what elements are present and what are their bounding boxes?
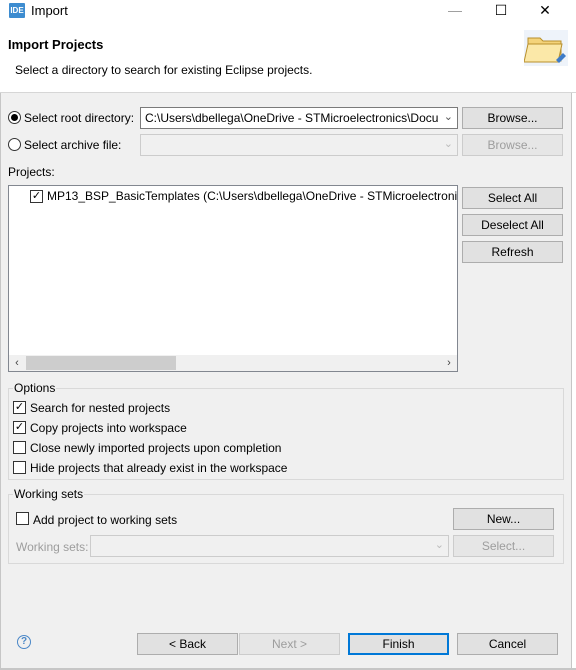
next-button[interactable]: Next > bbox=[239, 633, 340, 655]
maximize-button[interactable]: ☐ bbox=[478, 0, 524, 22]
working-sets-title: Working sets bbox=[13, 487, 85, 501]
wizard-header bbox=[0, 22, 576, 92]
minimize-button[interactable]: — bbox=[432, 0, 478, 22]
hide-existing-label: Hide projects that already exist in the … bbox=[30, 461, 288, 475]
nested-projects-checkbox[interactable]: ✓ bbox=[13, 401, 26, 414]
add-to-working-sets-label: Add project to working sets bbox=[33, 513, 178, 527]
back-button[interactable]: < Back bbox=[137, 633, 238, 655]
working-sets-combo[interactable]: ⌄ bbox=[90, 535, 449, 557]
chevron-down-icon: ⌄ bbox=[434, 539, 444, 551]
scroll-left-icon[interactable]: ‹ bbox=[9, 355, 25, 371]
project-item-label[interactable]: MP13_BSP_BasicTemplates (C:\Users\dbelle… bbox=[47, 189, 457, 203]
select-working-sets-button[interactable]: Select... bbox=[453, 535, 554, 557]
help-icon[interactable]: ? bbox=[17, 635, 31, 649]
horizontal-scrollbar[interactable]: ‹ › bbox=[9, 355, 457, 371]
archive-file-label: Select archive file: bbox=[24, 138, 122, 152]
projects-list[interactable] bbox=[8, 185, 458, 372]
chevron-down-icon: ⌄ bbox=[443, 138, 453, 150]
close-imported-label: Close newly imported projects upon compl… bbox=[30, 441, 282, 455]
scroll-right-icon[interactable]: › bbox=[441, 355, 457, 371]
scrollbar-thumb[interactable] bbox=[26, 356, 176, 370]
projects-label: Projects: bbox=[8, 165, 55, 179]
app-icon: IDE bbox=[9, 3, 25, 18]
select-all-button[interactable]: Select All bbox=[462, 187, 563, 209]
copy-into-workspace-label: Copy projects into workspace bbox=[30, 421, 187, 435]
close-button[interactable]: ✕ bbox=[522, 0, 568, 22]
deselect-all-button[interactable]: Deselect All bbox=[462, 214, 563, 236]
root-directory-radio[interactable] bbox=[8, 111, 21, 124]
window-edge-right bbox=[571, 93, 572, 670]
close-imported-checkbox[interactable] bbox=[13, 441, 26, 454]
folder-icon bbox=[523, 30, 568, 66]
page-description: Select a directory to search for existin… bbox=[15, 63, 313, 77]
page-title: Import Projects bbox=[8, 37, 104, 52]
browse-directory-button[interactable]: Browse... bbox=[462, 107, 563, 129]
browse-archive-button[interactable]: Browse... bbox=[462, 134, 563, 156]
copy-into-workspace-checkbox[interactable]: ✓ bbox=[13, 421, 26, 434]
archive-file-radio[interactable] bbox=[8, 138, 21, 151]
cancel-button[interactable]: Cancel bbox=[457, 633, 558, 655]
archive-file-combo[interactable]: ⌄ bbox=[140, 134, 458, 156]
nested-projects-label: Search for nested projects bbox=[30, 401, 171, 415]
root-directory-value: C:\Users\dbellega\OneDrive - STMicroelec… bbox=[145, 111, 439, 125]
dialog-body bbox=[1, 93, 571, 668]
refresh-button[interactable]: Refresh bbox=[462, 241, 563, 263]
new-working-set-button[interactable]: New... bbox=[453, 508, 554, 530]
options-title: Options bbox=[13, 381, 57, 395]
chevron-down-icon: ⌄ bbox=[443, 111, 453, 123]
hide-existing-checkbox[interactable] bbox=[13, 461, 26, 474]
window-edge-left bbox=[0, 93, 1, 670]
root-directory-combo[interactable]: C:\Users\dbellega\OneDrive - STMicroelec… bbox=[140, 107, 458, 129]
window-title: Import bbox=[31, 3, 68, 18]
root-directory-label: Select root directory: bbox=[24, 111, 135, 125]
working-sets-label: Working sets: bbox=[16, 540, 89, 554]
project-checkbox[interactable]: ✓ bbox=[30, 190, 43, 203]
finish-button[interactable]: Finish bbox=[348, 633, 449, 655]
add-to-working-sets-checkbox[interactable] bbox=[16, 512, 29, 525]
